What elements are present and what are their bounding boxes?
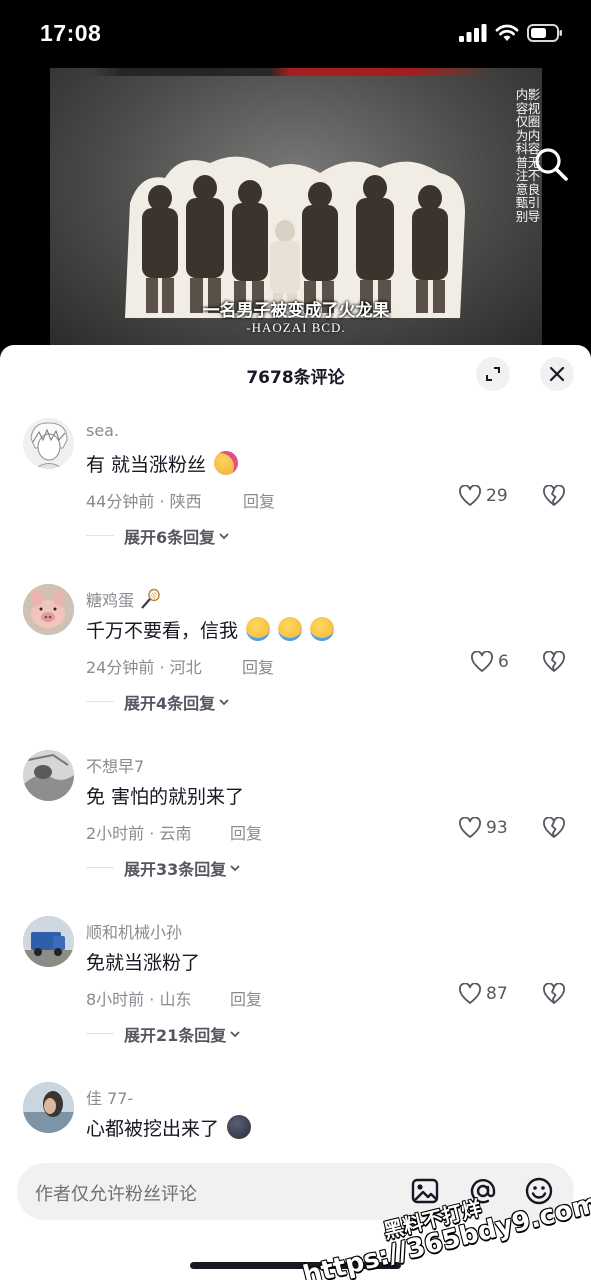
- replies-divider: [86, 867, 114, 868]
- heart-icon: [459, 817, 481, 838]
- comments-sheet: 7678条评论 sea. 有 就当涨粉丝 44分钟前 · 陕西 回复 29 展开…: [0, 345, 591, 1280]
- comment-input[interactable]: 作者仅允许粉丝评论: [17, 1163, 574, 1220]
- comments-header: 7678条评论: [0, 345, 591, 403]
- heart-icon: [459, 983, 481, 1004]
- comment-text: 免就当涨粉了: [86, 952, 201, 974]
- comment-username[interactable]: 顺和机械小孙: [86, 919, 182, 943]
- comment-item: 顺和机械小孙 免就当涨粉了 8小时前 · 山东 回复 87 展开21条回复: [0, 916, 591, 1076]
- hugging-face-emoji: [214, 451, 239, 475]
- replies-divider: [86, 701, 114, 702]
- avatar[interactable]: [23, 418, 74, 469]
- like-count: 93: [486, 818, 508, 838]
- expand-replies-label: 展开21条回复: [124, 1026, 227, 1045]
- like-count: 29: [486, 486, 508, 506]
- broken-heart-icon[interactable]: [542, 651, 566, 673]
- comment-text: 免 害怕的就别来了: [86, 786, 245, 808]
- video-credit: -HAOZAI BCD.: [246, 320, 346, 335]
- comment-time-location: 44分钟前 · 陕西: [86, 492, 202, 511]
- reply-button[interactable]: 回复: [243, 488, 275, 512]
- avatar[interactable]: [23, 916, 74, 967]
- comment-text-content: 心都被挖出来了: [86, 1118, 220, 1140]
- comment-text-content: 有 就当涨粉丝: [86, 454, 207, 476]
- expand-replies-button[interactable]: 展开21条回复: [124, 1022, 241, 1046]
- close-icon: [549, 366, 565, 382]
- chevron-down-icon: [219, 533, 229, 540]
- status-icons: [459, 24, 563, 42]
- signal-icon: [459, 24, 487, 42]
- expand-replies-button[interactable]: 展开6条回复: [124, 524, 230, 548]
- replies-divider: [86, 535, 114, 536]
- wifi-icon: [495, 24, 519, 41]
- reply-button[interactable]: 回复: [230, 986, 262, 1010]
- comment-username[interactable]: sea.: [86, 421, 119, 440]
- reply-button[interactable]: 回复: [242, 654, 274, 678]
- broken-heart-icon[interactable]: [542, 485, 566, 507]
- comment-item: sea. 有 就当涨粉丝 44分钟前 · 陕西 回复 29 展开6条回复: [0, 418, 591, 578]
- crying-face-emoji: [246, 617, 271, 641]
- like-button[interactable]: 6: [470, 651, 509, 673]
- comment-text-content: 千万不要看，信我: [86, 620, 239, 642]
- expand-button[interactable]: [476, 357, 510, 391]
- like-count: 87: [486, 984, 508, 1004]
- comment-item: 不想早7 免 害怕的就别来了 2小时前 · 云南 回复 93 展开33条回复: [0, 750, 591, 910]
- heart-icon: [459, 485, 481, 506]
- avatar[interactable]: [23, 584, 74, 635]
- chevron-down-icon: [230, 865, 240, 872]
- expand-replies-button[interactable]: 展开33条回复: [124, 856, 241, 880]
- chevron-down-icon: [219, 699, 229, 706]
- badminton-emoji: [141, 588, 160, 609]
- chevron-down-icon: [230, 1031, 240, 1038]
- comment-text: 心都被挖出来了: [86, 1114, 252, 1141]
- comment-username[interactable]: 糖鸡蛋: [86, 587, 161, 611]
- comment-username-text: 糖鸡蛋: [86, 591, 135, 610]
- replies-divider: [86, 1033, 114, 1034]
- heart-icon: [471, 651, 493, 672]
- video-frame: 一名男子被变成了火龙果 -HAOZAI BCD.: [50, 68, 542, 350]
- video-scene-image: [125, 156, 465, 318]
- status-time: 17:08: [40, 20, 102, 46]
- expand-replies-label: 展开33条回复: [124, 860, 227, 879]
- like-button[interactable]: 87: [458, 983, 508, 1005]
- search-icon[interactable]: [533, 146, 569, 182]
- avatar[interactable]: [23, 750, 74, 801]
- comment-username[interactable]: 佳 77-: [86, 1085, 133, 1109]
- expand-replies-label: 展开6条回复: [124, 528, 216, 547]
- like-button[interactable]: 29: [458, 485, 508, 507]
- crying-face-emoji: [310, 617, 335, 641]
- like-button[interactable]: 93: [458, 817, 508, 839]
- comment-item: 糖鸡蛋 千万不要看，信我 24分钟前 · 河北 回复 6 展开4条回复: [0, 584, 591, 744]
- crying-face-emoji: [278, 617, 303, 641]
- comment-text: 千万不要看，信我: [86, 616, 335, 643]
- broken-heart-icon[interactable]: [542, 983, 566, 1005]
- video-title-remnant: [90, 68, 490, 76]
- close-button[interactable]: [540, 357, 574, 391]
- video-player[interactable]: 一名男子被变成了火龙果 -HAOZAI BCD. 内容仅为科普注意甄别 影视圈内…: [0, 66, 591, 356]
- battery-icon: [527, 24, 562, 42]
- comment-text: 有 就当涨粉丝: [86, 450, 239, 477]
- status-bar: 17:08: [0, 0, 591, 66]
- like-count: 6: [498, 652, 509, 672]
- avatar[interactable]: [23, 1082, 74, 1133]
- comment-time-location: 8小时前 · 山东: [86, 990, 192, 1009]
- expand-replies-button[interactable]: 展开4条回复: [124, 690, 230, 714]
- comment-input-placeholder: 作者仅允许粉丝评论: [35, 1184, 197, 1205]
- comment-time-location: 24分钟前 · 河北: [86, 658, 202, 677]
- dark-moon-face-emoji: [227, 1115, 252, 1139]
- expand-icon: [486, 367, 500, 381]
- video-subtitle: 一名男子被变成了火龙果: [202, 301, 390, 321]
- comment-username[interactable]: 不想早7: [86, 753, 144, 777]
- expand-replies-label: 展开4条回复: [124, 694, 216, 713]
- comment-time-location: 2小时前 · 云南: [86, 824, 192, 843]
- reply-button[interactable]: 回复: [230, 820, 262, 844]
- broken-heart-icon[interactable]: [542, 817, 566, 839]
